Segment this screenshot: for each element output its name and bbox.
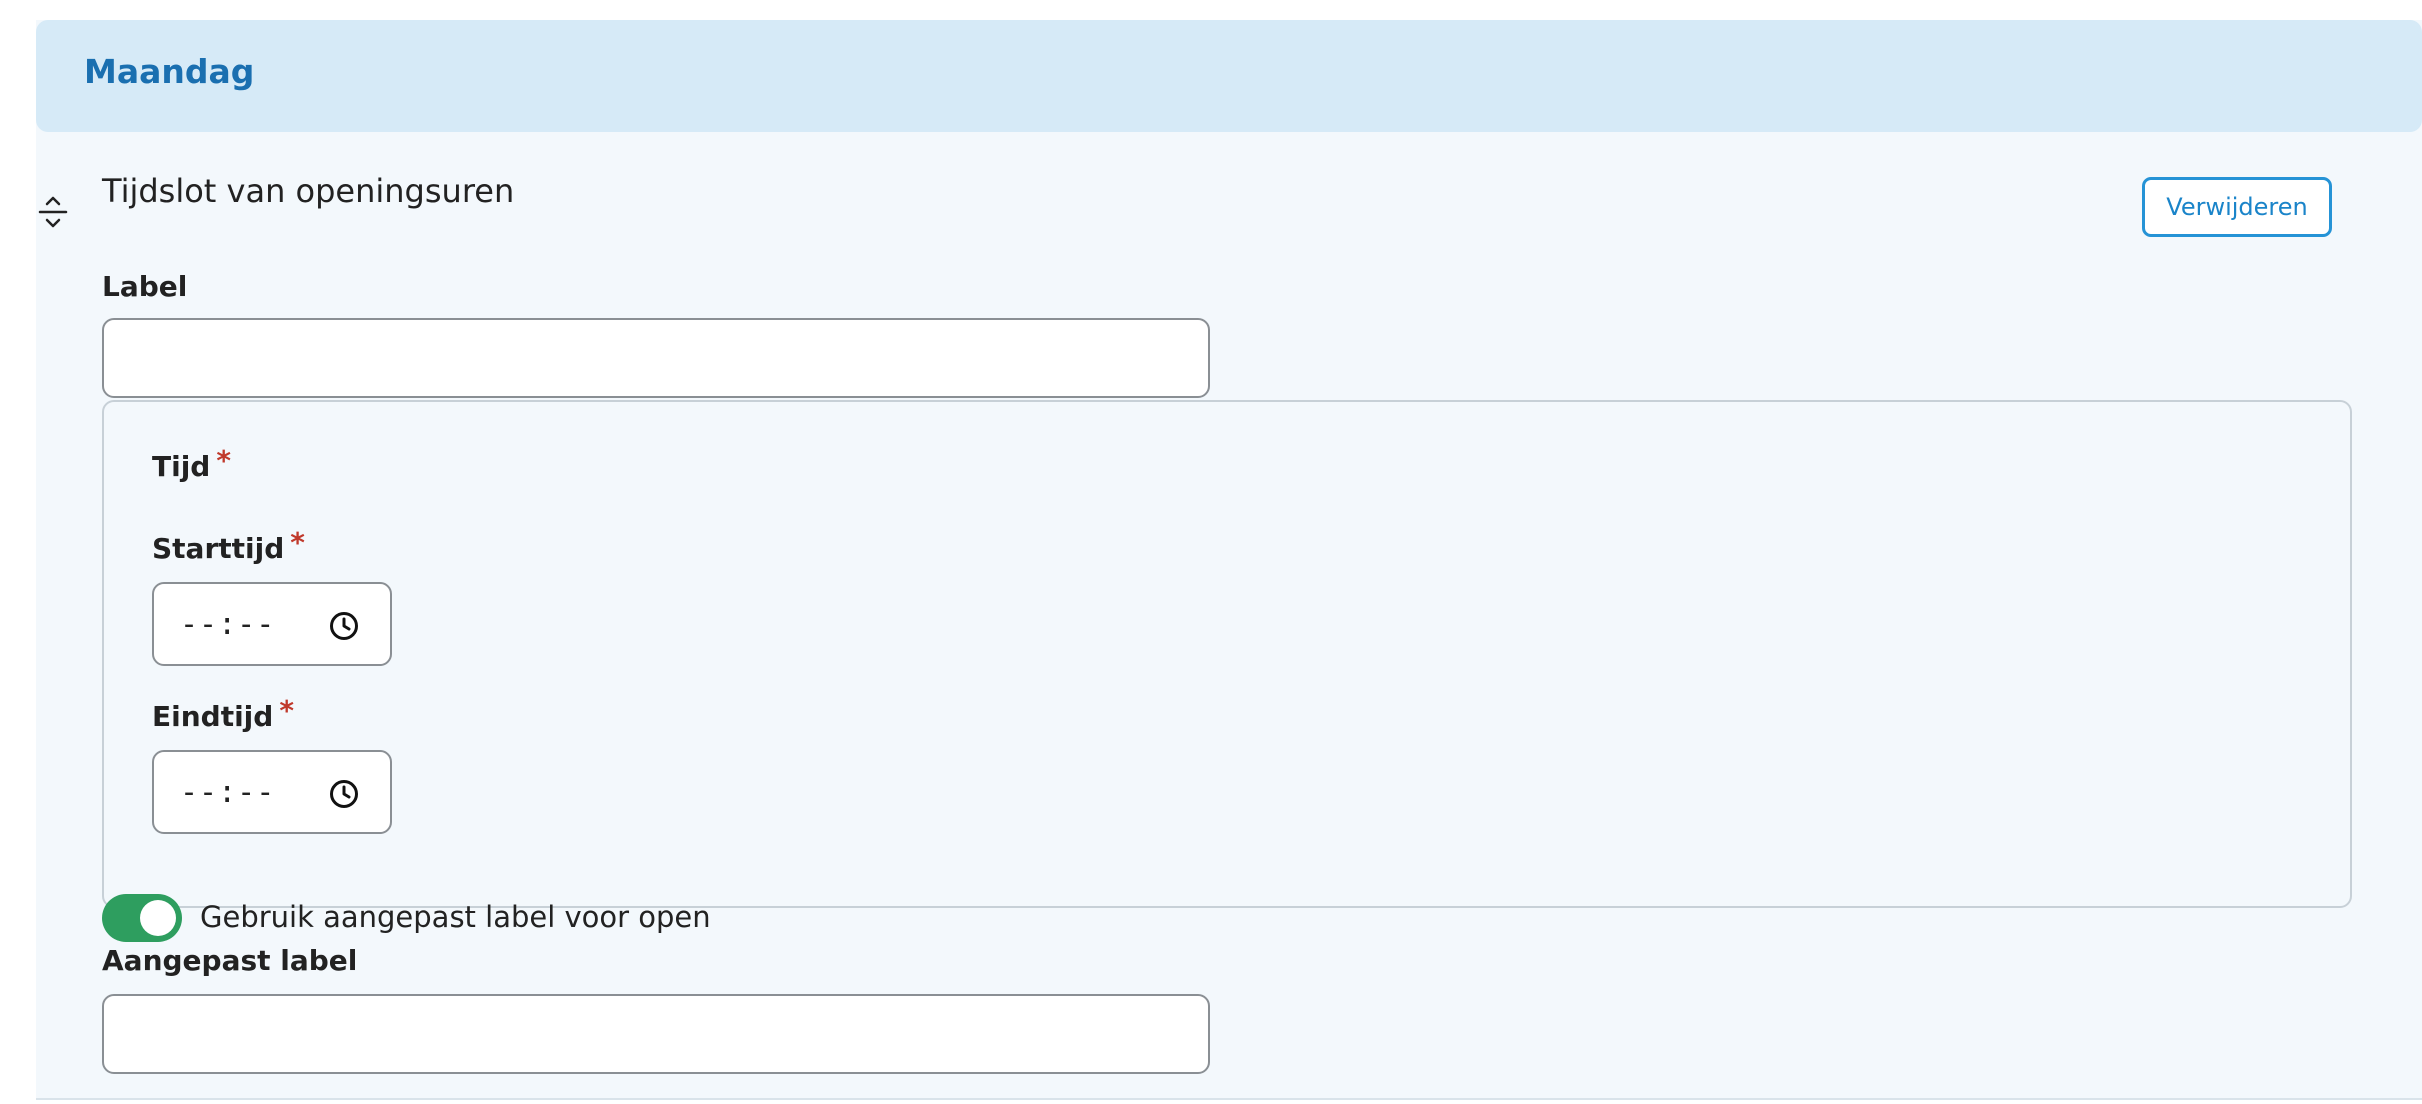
label-input[interactable] [102,318,1210,398]
required-mark: * [216,444,231,477]
toggle-knob [140,900,176,936]
drag-handle-icon[interactable] [36,184,70,240]
time-legend-text: Tijd [152,450,211,483]
end-time-label-text: Eindtijd [152,700,274,733]
custom-label-toggle[interactable] [102,894,182,942]
day-header[interactable]: Maandag [36,20,2422,132]
time-fieldset [102,400,2352,908]
required-mark: * [279,694,294,727]
start-time-value: --:-- [180,606,276,642]
day-section: Maandag Tijdslot van openingsuren Verwij… [36,20,2422,1100]
custom-label-toggle-label: Gebruik aangepast label voor open [200,900,711,934]
end-time-input[interactable]: --:-- [152,750,392,834]
end-time-label: Eindtijd * [152,694,294,733]
label-field-label: Label [102,270,188,303]
start-time-label-text: Starttijd [152,532,285,565]
required-mark: * [290,526,305,559]
day-title: Maandag [84,52,255,91]
start-time-input[interactable]: --:-- [152,582,392,666]
custom-label-input[interactable] [102,994,1210,1074]
clock-icon[interactable] [328,778,360,810]
clock-icon[interactable] [328,610,360,642]
timeslot-title: Tijdslot van openingsuren [102,172,515,210]
custom-label-field-label: Aangepast label [102,944,358,977]
remove-button[interactable]: Verwijderen [2142,177,2332,237]
start-time-label: Starttijd * [152,526,305,565]
end-time-value: --:-- [180,774,276,810]
time-legend: Tijd * [152,444,231,483]
